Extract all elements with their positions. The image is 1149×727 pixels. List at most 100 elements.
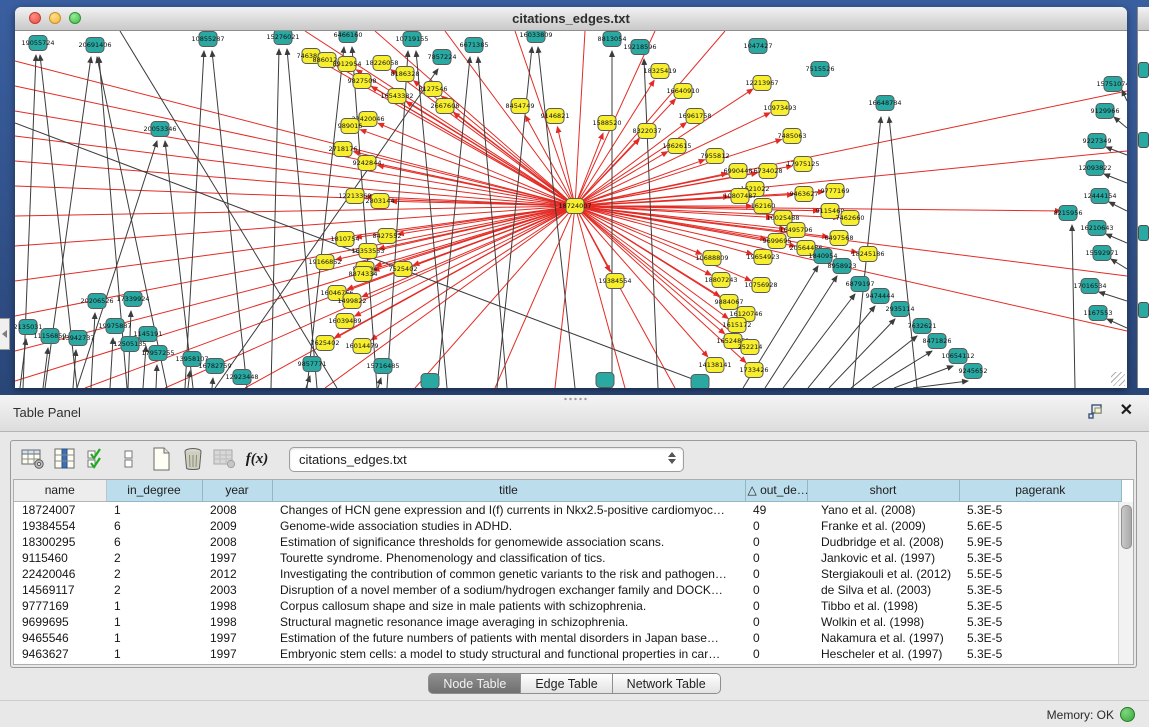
graph-node[interactable]: 1167553 — [1084, 306, 1113, 321]
unselect-all-button[interactable] — [115, 445, 143, 473]
column-header-short[interactable]: short — [807, 480, 959, 501]
graph-node[interactable]: 16210643 — [1080, 221, 1113, 236]
table-row[interactable]: 911546021997Tourette syndrome. Phenomeno… — [14, 550, 1122, 566]
graph-node[interactable]: 9857771 — [298, 357, 327, 372]
graph-node[interactable]: 7525402 — [389, 262, 418, 277]
graph-node[interactable]: 6671385 — [460, 38, 489, 53]
column-header-name[interactable]: name — [14, 480, 106, 501]
graph-node[interactable]: 10855287 — [191, 32, 224, 47]
graph-node[interactable]: 7955812 — [701, 149, 730, 164]
graph-node[interactable]: 16961758 — [678, 109, 711, 124]
graph-node[interactable]: 8813054 — [598, 32, 627, 47]
graph-node[interactable]: 7632621 — [908, 319, 937, 334]
graph-node[interactable]: 6990448 — [724, 164, 753, 179]
tab-edge-table[interactable]: Edge Table — [521, 673, 612, 694]
graph-node[interactable]: 16543382 — [380, 89, 413, 104]
table-row[interactable]: 977716911998Corpus callosum shape and si… — [14, 598, 1122, 614]
select-all-button[interactable] — [83, 445, 111, 473]
graph-node[interactable]: 19384554 — [598, 274, 631, 289]
panel-collapse-tab[interactable] — [0, 318, 10, 350]
graph-node[interactable]: 1047427 — [744, 39, 773, 54]
tab-network-table[interactable]: Network Table — [613, 673, 721, 694]
graph-node[interactable]: 989016 — [338, 119, 363, 134]
graph-node[interactable]: 19654923 — [746, 250, 779, 265]
graph-node[interactable]: 18226058 — [365, 56, 398, 71]
graph-node[interactable]: 9245652 — [959, 364, 988, 379]
graph-node[interactable]: 14138141 — [698, 358, 731, 373]
table-selector-dropdown[interactable]: citations_edges.txt — [289, 447, 684, 472]
network-canvas[interactable]: 1872400774638228860124891295418226058982… — [15, 31, 1127, 388]
graph-node[interactable]: 10654112 — [941, 349, 974, 364]
graph-node[interactable]: 15276021 — [266, 31, 299, 45]
graph-node[interactable]: 6734028 — [754, 164, 783, 179]
graph-node[interactable]: 8186328 — [391, 67, 420, 82]
network-window-titlebar[interactable]: citations_edges.txt — [15, 7, 1127, 31]
graph-node[interactable]: 15716485 — [366, 359, 399, 374]
graph-node[interactable]: 20691406 — [78, 38, 111, 53]
table-row[interactable]: 946362711997Embryonic stem cells: a mode… — [14, 646, 1122, 662]
graph-node[interactable]: 252214 — [738, 340, 763, 355]
table-row[interactable]: 1830029562008Estimation of significance … — [14, 534, 1122, 550]
graph-node[interactable]: 9463627 — [790, 187, 819, 202]
graph-node[interactable]: 10719155 — [395, 32, 428, 47]
graph-node[interactable]: 10688809 — [695, 251, 728, 266]
graph-node[interactable]: 16033809 — [519, 31, 552, 43]
table-row[interactable]: 1938455462009Genome-wide association stu… — [14, 518, 1122, 534]
graph-node[interactable]: 17975125 — [786, 157, 819, 172]
graph-node[interactable]: 7857224 — [428, 50, 457, 65]
graph-node[interactable]: 15751074 — [1096, 77, 1127, 92]
new-column-button[interactable] — [147, 445, 175, 473]
close-panel-button[interactable]: ✕ — [1120, 402, 1133, 420]
column-header-year[interactable]: year — [202, 480, 272, 501]
column-header-out-de-[interactable]: △ out_de… — [745, 480, 807, 501]
graph-node[interactable]: 18245186 — [851, 247, 884, 262]
graph-node[interactable]: 162160 — [751, 199, 776, 214]
graph-node[interactable]: 8127546 — [419, 82, 448, 97]
graph-node[interactable]: 8471826 — [923, 334, 952, 349]
graph-node[interactable]: 17016534 — [1073, 279, 1106, 294]
table-settings-button[interactable] — [19, 445, 47, 473]
graph-node[interactable] — [691, 375, 709, 389]
graph-node[interactable]: 20053346 — [143, 122, 176, 137]
graph-node[interactable]: 8454749 — [506, 99, 535, 114]
graph-node[interactable]: 2935114 — [886, 302, 915, 317]
table-row[interactable]: 1872400712008Changes of HCN gene express… — [14, 501, 1122, 518]
graph-node[interactable]: 8322037 — [633, 124, 662, 139]
graph-node[interactable]: 19055724 — [21, 36, 54, 51]
graph-node[interactable] — [596, 373, 614, 388]
show-columns-button[interactable] — [51, 445, 79, 473]
graph-node[interactable]: 1733426 — [740, 363, 769, 378]
graph-node[interactable]: 20206526 — [80, 294, 113, 309]
column-header-title[interactable]: title — [272, 480, 745, 501]
graph-node[interactable]: 7485063 — [778, 129, 807, 144]
graph-node[interactable]: 19218596 — [623, 40, 656, 55]
graph-node[interactable]: 9129966 — [1091, 104, 1120, 119]
graph-node[interactable]: 17339924 — [116, 292, 149, 307]
graph-node[interactable]: 15592971 — [1085, 246, 1118, 261]
graph-node[interactable]: 1588520 — [593, 116, 622, 131]
table-row[interactable]: 969969511998Structural magnetic resonanc… — [14, 614, 1122, 630]
tab-node-table[interactable]: Node Table — [428, 673, 521, 694]
scrollbar-thumb[interactable] — [1121, 505, 1132, 549]
vertical-scrollbar[interactable] — [1118, 502, 1133, 664]
table-row[interactable]: 1456911722003Disruption of a novel membe… — [14, 582, 1122, 598]
import-table-button[interactable] — [211, 445, 239, 473]
graph-node[interactable]: 1362615 — [663, 139, 692, 154]
graph-node[interactable]: 9227349 — [1083, 134, 1112, 149]
graph-node[interactable]: 9777169 — [821, 184, 850, 199]
graph-node[interactable]: 18325419 — [643, 64, 676, 79]
graph-node[interactable]: 16640910 — [666, 84, 699, 99]
graph-node[interactable]: 19975887 — [98, 319, 131, 334]
delete-column-button[interactable] — [179, 445, 207, 473]
graph-node[interactable]: 7515526 — [806, 62, 835, 77]
graph-node[interactable]: 18807243 — [704, 273, 737, 288]
graph-node[interactable]: 12093822 — [1078, 161, 1111, 176]
graph-node[interactable]: 6879197 — [846, 277, 875, 292]
column-header-in-degree[interactable]: in_degree — [106, 480, 202, 501]
graph-node[interactable]: 9474444 — [866, 289, 895, 304]
graph-node[interactable]: 12923448 — [225, 370, 258, 385]
function-builder-button[interactable]: f(x) — [243, 445, 271, 473]
graph-node[interactable]: 8215956 — [1054, 206, 1083, 221]
graph-node[interactable]: 6497568 — [825, 231, 854, 246]
graph-node[interactable]: 12213967 — [745, 76, 778, 91]
